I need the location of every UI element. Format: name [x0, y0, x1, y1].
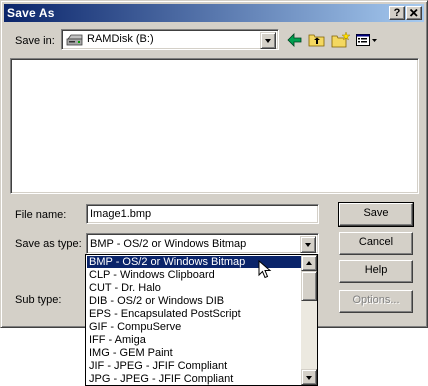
list-scrollbar[interactable] — [301, 255, 317, 385]
new-folder-button[interactable] — [331, 31, 351, 49]
list-item[interactable]: CUT - Dr. Halo — [87, 282, 303, 294]
list-item[interactable]: EPS - Encapsulated PostScript — [87, 308, 303, 320]
window-title: Save As — [7, 6, 55, 20]
close-button[interactable] — [406, 6, 422, 20]
sub-type-label: Sub type: — [15, 294, 62, 306]
title-bar[interactable]: Save As ? — [4, 4, 424, 22]
file-list-pane[interactable] — [10, 58, 419, 194]
save-in-label: Save in: — [15, 35, 55, 47]
options-button-label: Options... — [352, 294, 400, 306]
save-button-label: Save — [363, 207, 389, 219]
options-button: Options... — [339, 290, 413, 313]
file-name-value: Image1.bmp — [90, 208, 152, 220]
save-button[interactable]: Save — [338, 202, 414, 227]
mouse-cursor-icon — [258, 260, 272, 279]
list-item[interactable]: GIF - CompuServe — [87, 321, 303, 333]
save-in-dropdown[interactable]: RAMDisk (B:) — [61, 29, 279, 50]
up-one-level-icon — [308, 34, 325, 47]
view-menu-icon — [356, 34, 377, 46]
help-caption-button[interactable]: ? — [389, 6, 405, 20]
cancel-button-label: Cancel — [358, 236, 394, 248]
file-name-label: File name: — [15, 209, 67, 221]
help-button[interactable]: Help — [339, 260, 413, 283]
new-folder-icon — [331, 31, 351, 48]
list-item[interactable]: JIF - JPEG - JFIF Compliant — [87, 360, 303, 372]
save-in-dropdown-button[interactable] — [260, 32, 276, 49]
save-in-value: RAMDisk (B:) — [87, 33, 154, 45]
close-icon — [409, 8, 418, 17]
up-one-level-button[interactable] — [308, 31, 326, 49]
view-menu-button[interactable] — [355, 31, 379, 49]
scroll-thumb[interactable] — [301, 271, 317, 301]
save-as-type-label: Save as type: — [15, 238, 82, 250]
save-as-type-value: BMP - OS/2 or Windows Bitmap — [90, 238, 247, 250]
save-as-type-dropdown[interactable]: BMP - OS/2 or Windows Bitmap — [86, 233, 319, 254]
save-as-type-list[interactable]: BMP - OS/2 or Windows Bitmap CLP - Windo… — [85, 254, 318, 386]
file-name-input[interactable]: Image1.bmp — [86, 204, 319, 224]
cancel-button[interactable]: Cancel — [339, 232, 413, 255]
chevron-down-icon — [305, 243, 311, 247]
save-as-type-dropdown-button[interactable] — [300, 236, 316, 253]
drive-icon — [66, 34, 83, 46]
back-button[interactable] — [286, 31, 304, 49]
help-button-label: Help — [364, 264, 388, 276]
list-item[interactable]: DIB - OS/2 or Windows DIB — [87, 295, 303, 307]
scroll-down-button[interactable] — [301, 369, 317, 385]
chevron-down-icon — [306, 376, 312, 380]
scroll-up-button[interactable] — [301, 255, 317, 271]
back-arrow-icon — [287, 33, 302, 47]
list-item[interactable]: IMG - GEM Paint — [87, 347, 303, 359]
list-item[interactable]: JPG - JPEG - JFIF Compliant — [87, 373, 303, 385]
list-item[interactable]: IFF - Amiga — [87, 334, 303, 346]
chevron-up-icon — [306, 261, 312, 265]
chevron-down-icon — [265, 39, 271, 43]
